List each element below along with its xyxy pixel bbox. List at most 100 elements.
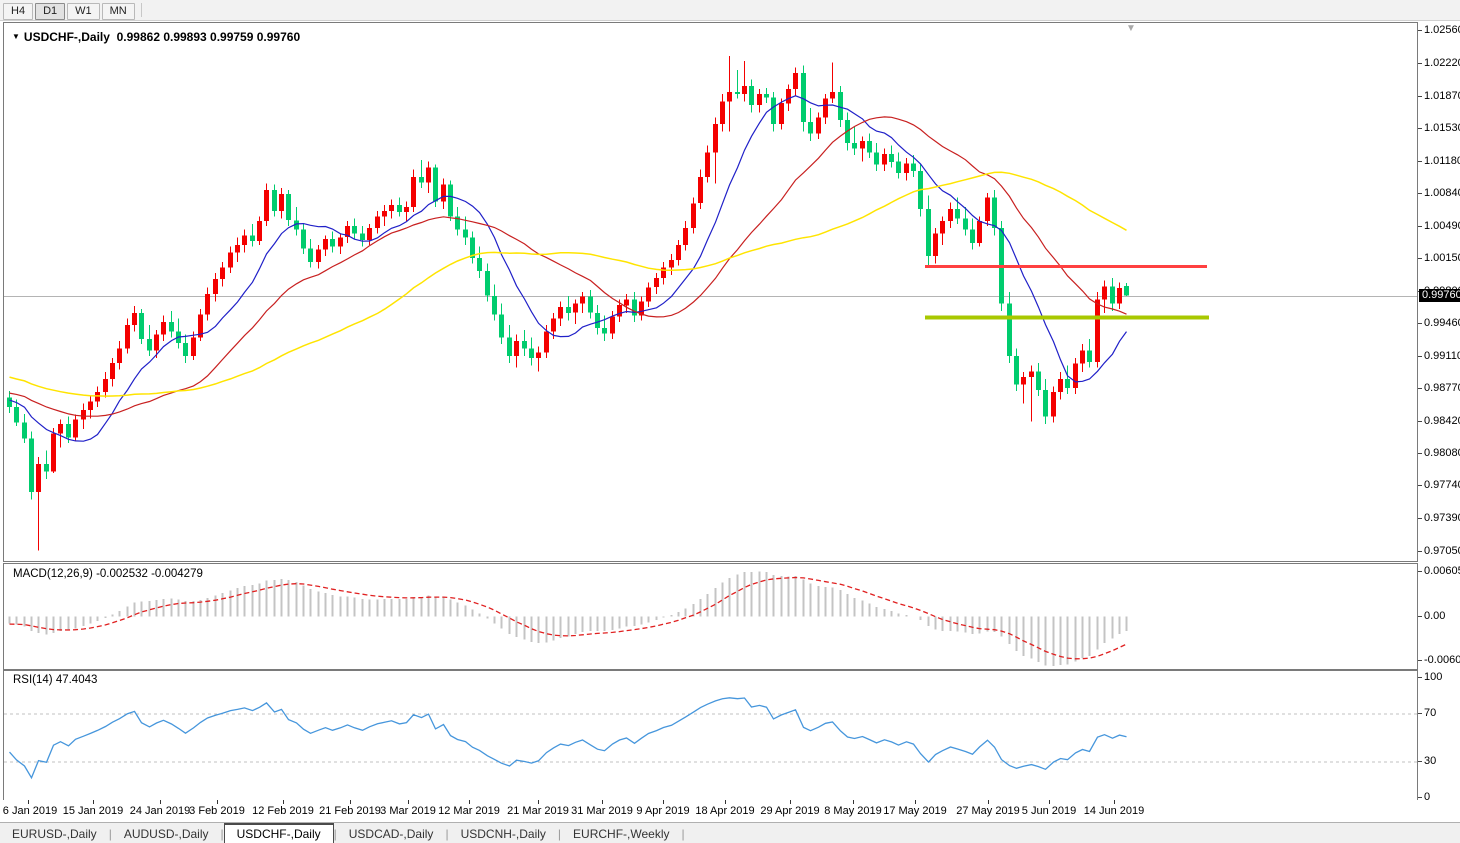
timeframe-button-mn[interactable]: MN	[102, 3, 135, 20]
tab-usdcad-daily[interactable]: USDCAD-,Daily	[337, 823, 446, 843]
timeframe-button-h4[interactable]: H4	[3, 3, 33, 20]
date-tick	[602, 800, 603, 804]
date-axis-label: 21 Mar 2019	[507, 805, 569, 817]
price-axis-label: 1.00840	[1424, 187, 1460, 199]
price-axis[interactable]: 1.025601.022201.018701.015301.011801.008…	[1418, 22, 1460, 800]
date-axis-label: 6 Jan 2019	[3, 805, 57, 817]
price-axis-label: 0.98080	[1424, 447, 1460, 459]
date-axis-label: 17 May 2019	[883, 805, 947, 817]
price-axis-label: 1.00490	[1424, 220, 1460, 232]
date-axis-label: 27 May 2019	[956, 805, 1020, 817]
macd-axis-max: 0.006058	[1424, 565, 1460, 577]
date-tick	[663, 800, 664, 804]
price-axis-label: 0.97740	[1424, 479, 1460, 491]
axis-tick	[1418, 226, 1422, 227]
date-tick	[790, 800, 791, 804]
macd-panel[interactable]	[3, 563, 1418, 670]
axis-tick	[1418, 677, 1422, 678]
timeframe-button-w1[interactable]: W1	[67, 3, 100, 20]
tab-usdchf-daily[interactable]: USDCHF-,Daily	[224, 823, 334, 843]
date-tick	[538, 800, 539, 804]
axis-tick	[1418, 761, 1422, 762]
tab-eurusd-daily[interactable]: EURUSD-,Daily	[0, 823, 109, 843]
axis-tick	[1418, 551, 1422, 552]
axis-tick	[1418, 30, 1422, 31]
ma-slow-line	[10, 172, 1127, 396]
price-axis-label: 0.97390	[1424, 512, 1460, 524]
date-axis-label: 18 Apr 2019	[695, 805, 754, 817]
current-price-tag: 0.99760	[1419, 289, 1460, 302]
symbol-tab-bar: EURUSD-,Daily|AUDUSD-,Daily|USDCHF-,Dail…	[0, 822, 1460, 843]
date-tick	[853, 800, 854, 804]
axis-tick	[1418, 96, 1422, 97]
timeframe-toolbar: H4D1W1MN	[0, 0, 1460, 21]
axis-tick	[1418, 571, 1422, 572]
axis-tick	[1418, 797, 1422, 798]
date-axis-label: 3 Feb 2019	[189, 805, 245, 817]
chart-shift-marker[interactable]: ▼	[1126, 25, 1136, 33]
tab-usdcnh-daily[interactable]: USDCNH-,Daily	[449, 823, 558, 843]
rsi-axis-label: 30	[1424, 755, 1436, 767]
macd-axis-min: -0.00609	[1424, 654, 1460, 666]
axis-tick	[1418, 356, 1422, 357]
price-axis-label: 1.01180	[1424, 155, 1460, 167]
date-tick	[1114, 800, 1115, 804]
date-axis-label: 9 Apr 2019	[636, 805, 689, 817]
macd-histogram	[10, 572, 1127, 666]
date-tick	[350, 800, 351, 804]
axis-tick	[1418, 518, 1422, 519]
date-tick	[915, 800, 916, 804]
axis-tick	[1418, 713, 1422, 714]
date-axis-label: 3 Mar 2019	[380, 805, 436, 817]
rsi-panel[interactable]	[3, 670, 1418, 801]
mt4-chart-window: H4D1W1MN ▼USDCHF-,Daily 0.99862 0.99893 …	[0, 0, 1460, 843]
date-axis-label: 15 Jan 2019	[63, 805, 124, 817]
date-axis-label: 5 Jun 2019	[1022, 805, 1076, 817]
chart-title: ▼USDCHF-,Daily 0.99862 0.99893 0.99759 0…	[12, 30, 300, 44]
axis-tick	[1418, 616, 1422, 617]
price-axis-label: 1.01870	[1424, 90, 1460, 102]
axis-tick	[1418, 660, 1422, 661]
date-axis-label: 14 Jun 2019	[1084, 805, 1145, 817]
date-tick	[283, 800, 284, 804]
axis-tick	[1418, 485, 1422, 486]
tab-separator: |	[681, 823, 684, 843]
price-axis-label: 1.02220	[1424, 57, 1460, 69]
chart-title-symbol: USDCHF-,Daily	[24, 30, 110, 44]
date-tick	[408, 800, 409, 804]
rsi-axis-label: 70	[1424, 707, 1436, 719]
symbol-dropdown-icon[interactable]: ▼	[12, 32, 20, 41]
price-axis-label: 1.00150	[1424, 252, 1460, 264]
rsi-line	[10, 698, 1127, 778]
timeframe-button-d1[interactable]: D1	[35, 3, 65, 20]
candles	[7, 56, 1129, 551]
date-axis[interactable]: 6 Jan 2019 15 Jan 2019 24 Jan 20193 Feb 20…	[0, 800, 1460, 821]
tab-audusd-daily[interactable]: AUDUSD-,Daily	[112, 823, 221, 843]
date-tick	[160, 800, 161, 804]
date-tick	[469, 800, 470, 804]
axis-tick	[1418, 258, 1422, 259]
price-chart-panel[interactable]	[3, 22, 1418, 562]
price-axis-label: 0.99460	[1424, 317, 1460, 329]
axis-tick	[1418, 323, 1422, 324]
date-axis-label: 24 Jan 2019	[130, 805, 191, 817]
price-axis-label: 0.98420	[1424, 415, 1460, 427]
axis-tick	[1418, 453, 1422, 454]
candlestick-chart-canvas[interactable]	[4, 23, 1417, 561]
rsi-chart-canvas[interactable]	[4, 671, 1417, 800]
date-axis-label: 8 May 2019	[824, 805, 881, 817]
axis-tick	[1418, 63, 1422, 64]
date-axis-label: 12 Feb 2019	[252, 805, 314, 817]
date-tick	[725, 800, 726, 804]
date-tick	[1049, 800, 1050, 804]
tab-eurchf-weekly[interactable]: EURCHF-,Weekly	[561, 823, 681, 843]
axis-tick	[1418, 193, 1422, 194]
price-axis-label: 0.97050	[1424, 545, 1460, 557]
axis-tick	[1418, 421, 1422, 422]
toolbar-separator	[141, 3, 142, 17]
axis-tick	[1418, 388, 1422, 389]
price-axis-label: 1.01530	[1424, 122, 1460, 134]
date-axis-label: 29 Apr 2019	[760, 805, 819, 817]
date-tick	[217, 800, 218, 804]
macd-chart-canvas[interactable]	[4, 564, 1417, 669]
